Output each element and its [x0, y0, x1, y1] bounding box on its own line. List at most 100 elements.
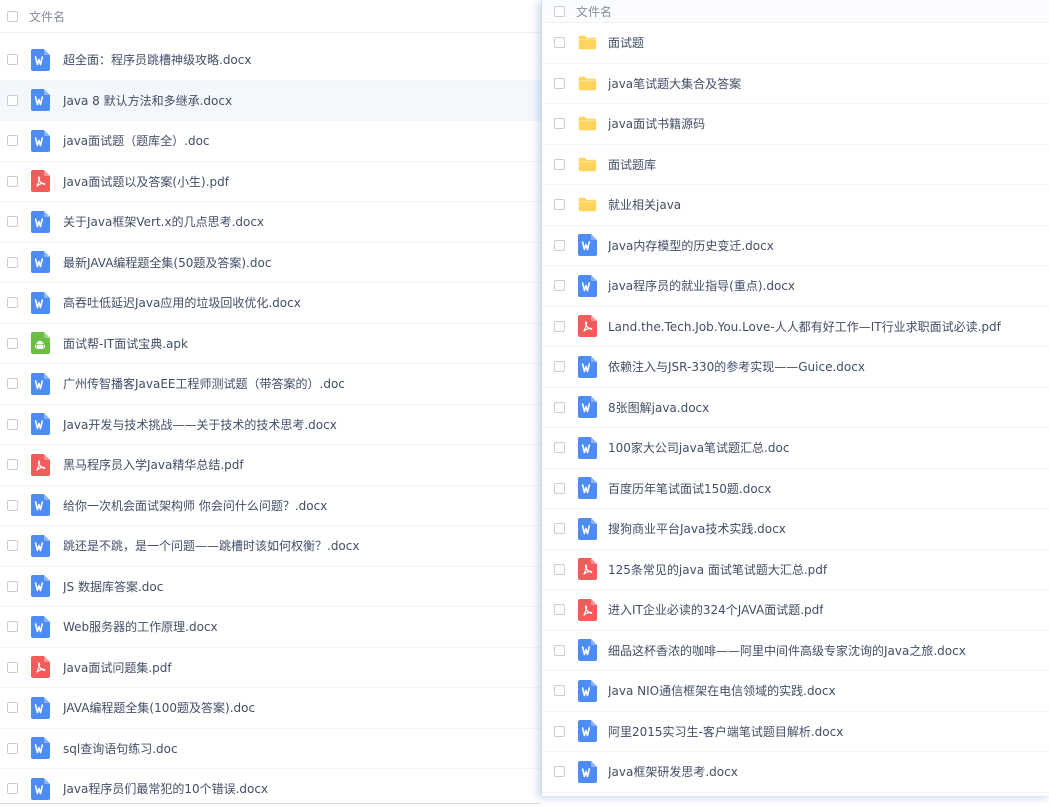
file-row[interactable]: 搜狗商业平台Java技术实践.docx [542, 509, 1049, 550]
row-checkbox[interactable] [554, 239, 565, 251]
file-name[interactable]: 超全面：程序员跳槽神级攻略.docx [63, 51, 251, 68]
file-name[interactable]: sql查询语句练习.doc [63, 740, 178, 757]
row-checkbox[interactable] [7, 580, 18, 592]
select-all-checkbox[interactable] [554, 5, 565, 17]
row-checkbox[interactable] [554, 158, 565, 170]
file-name[interactable]: 高吞吐低延迟Java应用的垃圾回收优化.docx [63, 294, 301, 311]
file-name[interactable]: java面试题（题库全）.doc [63, 132, 210, 149]
file-name[interactable]: Java NIO通信框架在电信领域的实践.docx [608, 682, 836, 699]
row-checkbox[interactable] [7, 94, 18, 106]
file-name[interactable]: 百度历年笔试面试150题.docx [608, 480, 771, 497]
row-checkbox[interactable] [554, 563, 565, 575]
row-checkbox[interactable] [554, 199, 565, 211]
row-checkbox[interactable] [7, 378, 18, 390]
row-checkbox[interactable] [7, 256, 18, 268]
file-row[interactable]: 100家大公司java笔试题汇总.doc [542, 428, 1049, 469]
row-checkbox[interactable] [7, 661, 18, 673]
row-checkbox[interactable] [7, 216, 18, 228]
row-checkbox[interactable] [7, 742, 18, 754]
file-name[interactable]: Java内存模型的历史变迁.docx [608, 237, 774, 254]
row-checkbox[interactable] [554, 118, 565, 130]
file-row[interactable]: java笔试题大集合及答案 [542, 64, 1049, 104]
row-checkbox[interactable] [7, 337, 18, 349]
file-name[interactable]: 细品这杯香浓的咖啡——阿里中间件高级专家沈询的Java之旅.docx [608, 642, 966, 659]
file-name[interactable]: 100家大公司java笔试题汇总.doc [608, 439, 789, 456]
row-checkbox[interactable] [7, 175, 18, 187]
file-name[interactable]: Java框架研发思考.docx [608, 763, 738, 780]
row-checkbox[interactable] [7, 135, 18, 147]
file-name[interactable]: 面试帮-IT面试宝典.apk [63, 335, 188, 352]
file-name[interactable]: Java开发与技术挑战——关于技术的技术思考.docx [63, 416, 337, 433]
file-row[interactable]: 细品这杯香浓的咖啡——阿里中间件高级专家沈询的Java之旅.docx [542, 631, 1049, 671]
file-name[interactable]: 依赖注入与JSR-330的参考实现——Guice.docx [608, 358, 865, 375]
row-checkbox[interactable] [554, 685, 565, 697]
row-checkbox[interactable] [554, 604, 565, 616]
row-checkbox[interactable] [7, 54, 18, 66]
row-checkbox[interactable] [7, 297, 18, 309]
file-name[interactable]: 搜狗商业平台Java技术实践.docx [608, 520, 786, 537]
row-checkbox[interactable] [7, 459, 18, 471]
row-checkbox[interactable] [554, 280, 565, 292]
row-checkbox[interactable] [7, 783, 18, 795]
file-name[interactable]: 最新JAVA编程题全集(50题及答案).doc [63, 254, 271, 271]
row-checkbox[interactable] [554, 401, 565, 413]
row-checkbox[interactable] [554, 361, 565, 373]
column-header-filename[interactable]: 文件名 [29, 8, 65, 25]
row-checkbox[interactable] [554, 766, 565, 778]
row-checkbox[interactable] [7, 702, 18, 714]
row-checkbox[interactable] [554, 482, 565, 494]
row-checkbox[interactable] [7, 499, 18, 511]
file-name[interactable]: 8张图解java.docx [608, 399, 709, 416]
select-all-checkbox[interactable] [7, 10, 18, 22]
file-name[interactable]: 广州传智播客JavaEE工程师测试题（带答案的）.doc [63, 375, 345, 392]
row-checkbox[interactable] [7, 621, 18, 633]
file-name[interactable]: Java面试问题集.pdf [63, 659, 172, 676]
file-name[interactable]: 进入IT企业必读的324个JAVA面试题.pdf [608, 601, 823, 618]
file-name[interactable]: 阿里2015实习生-客户端笔试题目解析.docx [608, 723, 843, 740]
file-row[interactable]: 阿里2015实习生-客户端笔试题目解析.docx [542, 712, 1049, 752]
file-row[interactable]: Java框架研发思考.docx [542, 752, 1049, 793]
file-name[interactable]: JAVA编程题全集(100题及答案).doc [63, 699, 255, 716]
row-checkbox[interactable] [554, 442, 565, 454]
row-checkbox[interactable] [554, 37, 565, 49]
row-checkbox[interactable] [7, 418, 18, 430]
file-name[interactable]: 关于Java框架Vert.x的几点思考.docx [63, 213, 264, 230]
file-name[interactable]: java笔试题大集合及答案 [608, 75, 741, 92]
row-checkbox[interactable] [7, 540, 18, 552]
folder-icon [578, 194, 597, 216]
file-row[interactable]: java程序员的就业指导(重点).docx [542, 266, 1049, 307]
file-name[interactable]: 面试题 [608, 34, 644, 51]
file-name[interactable]: 跳还是不跳，是一个问题——跳槽时该如何权衡？.docx [63, 537, 359, 554]
file-row[interactable]: 面试题 [542, 23, 1049, 64]
file-row[interactable]: 8张图解java.docx [542, 388, 1049, 428]
file-row[interactable]: 进入IT企业必读的324个JAVA面试题.pdf [542, 590, 1049, 631]
file-row[interactable]: 百度历年笔试面试150题.docx [542, 469, 1049, 509]
file-name[interactable]: Java 8 默认方法和多继承.docx [63, 92, 232, 109]
column-header-filename[interactable]: 文件名 [576, 3, 612, 20]
file-row[interactable]: 125条常见的java 面试笔试题大汇总.pdf [542, 550, 1049, 590]
file-name[interactable]: 就业相关java [608, 196, 681, 213]
file-name[interactable]: Java面试题以及答案(小生).pdf [63, 173, 229, 190]
file-row[interactable]: Java内存模型的历史变迁.docx [542, 226, 1049, 266]
file-row[interactable]: java面试书籍源码 [542, 104, 1049, 145]
file-name[interactable]: Java程序员们最常犯的10个错误.docx [63, 780, 268, 797]
file-name[interactable]: java面试书籍源码 [608, 115, 705, 132]
file-name[interactable]: Land.the.Tech.Job.You.Love-人人都有好工作—IT行业求… [608, 318, 1001, 335]
file-name[interactable]: 面试题库 [608, 156, 656, 173]
file-row[interactable]: 就业相关java [542, 185, 1049, 226]
file-name[interactable]: Web服务器的工作原理.docx [63, 618, 218, 635]
file-row[interactable]: 依赖注入与JSR-330的参考实现——Guice.docx [542, 347, 1049, 388]
file-row[interactable]: Java NIO通信框架在电信领域的实践.docx [542, 671, 1049, 712]
file-name[interactable]: 黑马程序员入学Java精华总结.pdf [63, 456, 244, 473]
file-row[interactable]: Land.the.Tech.Job.You.Love-人人都有好工作—IT行业求… [542, 307, 1049, 347]
row-checkbox[interactable] [554, 77, 565, 89]
file-row[interactable]: 面试题库 [542, 145, 1049, 185]
row-checkbox[interactable] [554, 644, 565, 656]
file-name[interactable]: java程序员的就业指导(重点).docx [608, 277, 795, 294]
row-checkbox[interactable] [554, 523, 565, 535]
file-name[interactable]: 125条常见的java 面试笔试题大汇总.pdf [608, 561, 827, 578]
file-name[interactable]: 给你一次机会面试架构师 你会问什么问题？.docx [63, 497, 327, 514]
row-checkbox[interactable] [554, 320, 565, 332]
row-checkbox[interactable] [554, 725, 565, 737]
file-name[interactable]: JS 数据库答案.doc [63, 578, 163, 595]
